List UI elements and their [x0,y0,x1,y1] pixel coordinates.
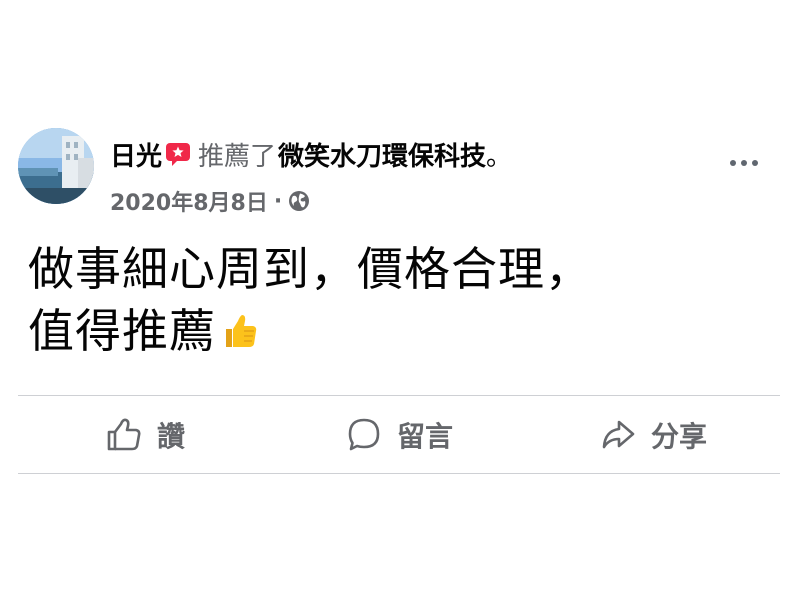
recommend-badge-icon [166,143,191,166]
share-label: 分享 [650,420,707,453]
comment-label: 留言 [396,420,453,453]
like-button[interactable]: 讚 [18,398,272,472]
actions-top-divider [18,395,780,396]
post-body-line-2-wrap: 值得推薦 [28,300,768,362]
share-button[interactable]: 分享 [526,398,780,472]
globe-icon[interactable] [288,190,310,212]
more-options-icon [730,160,736,166]
meta-separator: · [273,188,283,214]
header-period: 。 [486,141,513,172]
more-options-icon-dot [741,160,747,166]
comment-icon [348,418,380,451]
comment-button[interactable]: 留言 [272,398,526,472]
actions-bottom-divider [18,473,780,474]
author-name[interactable]: 日光 [110,136,162,173]
recommend-verb: 推薦了 [198,141,277,172]
avatar-image [18,128,94,204]
thumbs-up-emoji [226,315,257,347]
post-date[interactable]: 2020年8月8日 [110,185,268,217]
more-options-button[interactable] [722,148,766,178]
like-label: 讚 [156,420,185,453]
post-card: 日光 推薦了 微笑水刀環保科技 。 2020年8月8日 · 做事細心周到，價格合… [0,0,800,600]
post-header: 日光 推薦了 微笑水刀環保科技 。 [110,136,512,172]
post-actions-bar: 讚 留言 分享 [18,398,780,472]
like-icon [107,418,141,451]
share-icon [602,420,635,449]
post-meta: 2020年8月8日 · [110,186,310,216]
post-body-line-1: 做事細心周到，價格合理， [28,242,592,296]
more-options-icon-dot [752,160,758,166]
post-body: 做事細心周到，價格合理， 值得推薦 [28,238,768,362]
avatar[interactable] [18,128,94,204]
recommended-page-name[interactable]: 微笑水刀環保科技 [278,136,486,173]
post-body-line-2: 值得推薦 [28,304,216,358]
